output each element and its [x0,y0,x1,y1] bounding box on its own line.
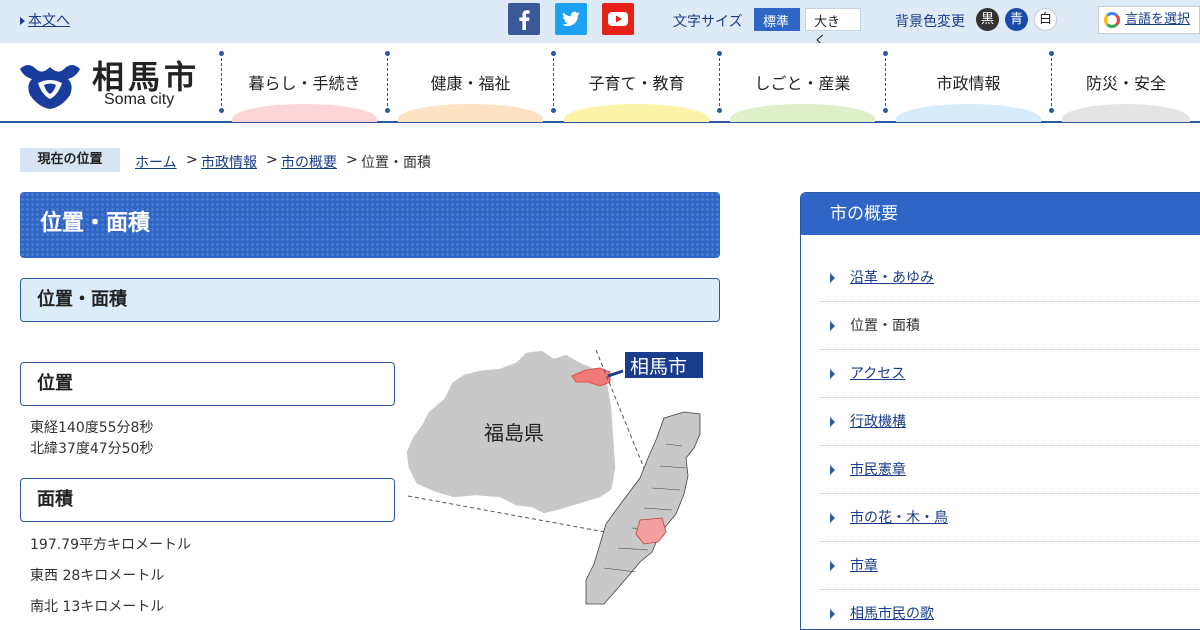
translate-label: 言語を選択 [1125,12,1191,27]
nav-item-living[interactable]: 暮らし・手続き [222,53,387,122]
east-west-text: 東西 28キロメートル [30,568,165,584]
logo-english: Soma city [104,91,175,108]
nav-wave-decoration [564,104,709,122]
page-title: 位置・面積 [20,192,720,258]
breadcrumb-separator: > [346,152,358,168]
site-header: 相馬市 Soma city 暮らし・手続き 健康・福祉 子育て・教育 しごと・産… [0,43,1200,123]
nav-wave-decoration [1062,104,1190,122]
nav-label: 暮らし・手続き [248,74,361,93]
arrow-right-icon [830,417,835,427]
bg-color-label: 背景色変更 [895,14,965,30]
sidebar-item-history[interactable]: 沿革・あゆみ [820,254,1200,302]
sidebar-heading: 市の概要 [801,193,1200,235]
arrow-right-icon [830,273,835,283]
arrow-right-icon [830,609,835,619]
breadcrumb-label: 現在の位置 [20,148,120,172]
nav-label: 健康・福祉 [430,74,511,93]
arrow-right-icon [830,321,835,331]
sidebar-item-label[interactable]: 市の花・木・鳥 [850,510,948,526]
nav-wave-decoration [896,104,1041,122]
nav-item-childcare[interactable]: 子育て・教育 [554,53,719,122]
latitude-text: 北緯37度47分50秒 [30,441,154,457]
breadcrumb-link[interactable]: 市の概要 [281,155,337,171]
sidebar-item-charter[interactable]: 市民憲章 [820,446,1200,494]
sidebar-item-access[interactable]: アクセス [820,350,1200,398]
sidebar-item-song[interactable]: 相馬市民の歌 [820,590,1200,630]
nav-item-safety[interactable]: 防災・安全 [1052,53,1200,122]
bg-white-button[interactable]: 白 [1034,8,1057,31]
twitter-icon[interactable] [555,3,587,35]
translate-button[interactable]: 言語を選択 [1098,6,1200,34]
position-heading: 位置 [20,362,395,406]
arrow-right-icon [830,369,835,379]
font-size-label: 文字サイズ [673,14,743,30]
nav-label: 子育て・教育 [588,74,685,93]
bg-blue-button[interactable]: 青 [1005,8,1028,31]
north-south-text: 南北 13キロメートル [30,599,165,615]
section-title: 位置・面積 [20,278,720,322]
nav-item-work[interactable]: しごと・産業 [720,53,885,122]
utility-bar: 本文へ 文字サイズ 標準 大きく 背景色変更 黒 青 白 言語を選択 [0,0,1200,49]
breadcrumb-link[interactable]: ホーム [135,155,177,171]
arrow-right-icon [830,561,835,571]
sidebar-item-label[interactable]: 行政機構 [850,414,906,430]
sidebar-item-emblem[interactable]: 市章 [820,542,1200,590]
prefecture-label: 福島県 [484,421,544,445]
sidebar-item-symbols[interactable]: 市の花・木・鳥 [820,494,1200,542]
breadcrumb-separator: > [266,152,278,168]
bg-black-button[interactable]: 黒 [976,8,999,31]
sidebar-item-label[interactable]: 沿革・あゆみ [850,270,934,286]
nav-item-health[interactable]: 健康・福祉 [388,53,553,122]
breadcrumb-link[interactable]: 市政情報 [201,155,257,171]
nav-wave-decoration [730,104,875,122]
nav-label: しごと・産業 [754,74,851,93]
city-emblem-icon[interactable] [18,55,82,111]
nav-wave-decoration [398,104,543,122]
longitude-text: 東経140度55分8秒 [30,420,154,436]
nav-wave-decoration [232,104,377,122]
breadcrumb-home[interactable]: ホーム [135,152,177,172]
breadcrumb-current: 位置・面積 [361,155,431,171]
sidebar-item-organization[interactable]: 行政機構 [820,398,1200,446]
font-size-large-button[interactable]: 大きく [805,8,861,49]
sidebar-item-label[interactable]: 市章 [850,558,878,574]
youtube-icon[interactable] [602,3,634,35]
skip-link-label: 本文へ [28,13,70,29]
fukushima-highlight-small [635,517,667,545]
sidebar-item-location-area: 位置・面積 [820,302,1200,350]
google-icon [1104,12,1120,28]
breadcrumb-government[interactable]: 市政情報 [201,152,257,172]
facebook-icon[interactable] [508,3,540,35]
font-size-standard-button[interactable]: 標準 [754,8,800,31]
sidebar-item-label[interactable]: 市民憲章 [850,462,906,478]
sidebar-item-label[interactable]: アクセス [850,366,905,382]
nav-item-government[interactable]: 市政情報 [886,53,1051,122]
arrow-right-icon [830,465,835,475]
nav-label: 市政情報 [936,74,1001,93]
sidebar-item-label: 位置・面積 [850,318,920,334]
city-label: 相馬市 [630,356,687,378]
breadcrumb-overview[interactable]: 市の概要 [281,152,337,172]
triangle-right-icon [20,17,25,25]
skip-to-content-link[interactable]: 本文へ [20,10,70,30]
sidebar-item-label[interactable]: 相馬市民の歌 [850,606,934,622]
area-heading: 面積 [20,478,395,522]
location-map: 福島県 相馬市 [405,349,704,605]
breadcrumb-separator: > [186,152,198,168]
arrow-right-icon [830,513,835,523]
area-text: 197.79平方キロメートル [30,537,191,553]
nav-label: 防災・安全 [1085,74,1166,93]
